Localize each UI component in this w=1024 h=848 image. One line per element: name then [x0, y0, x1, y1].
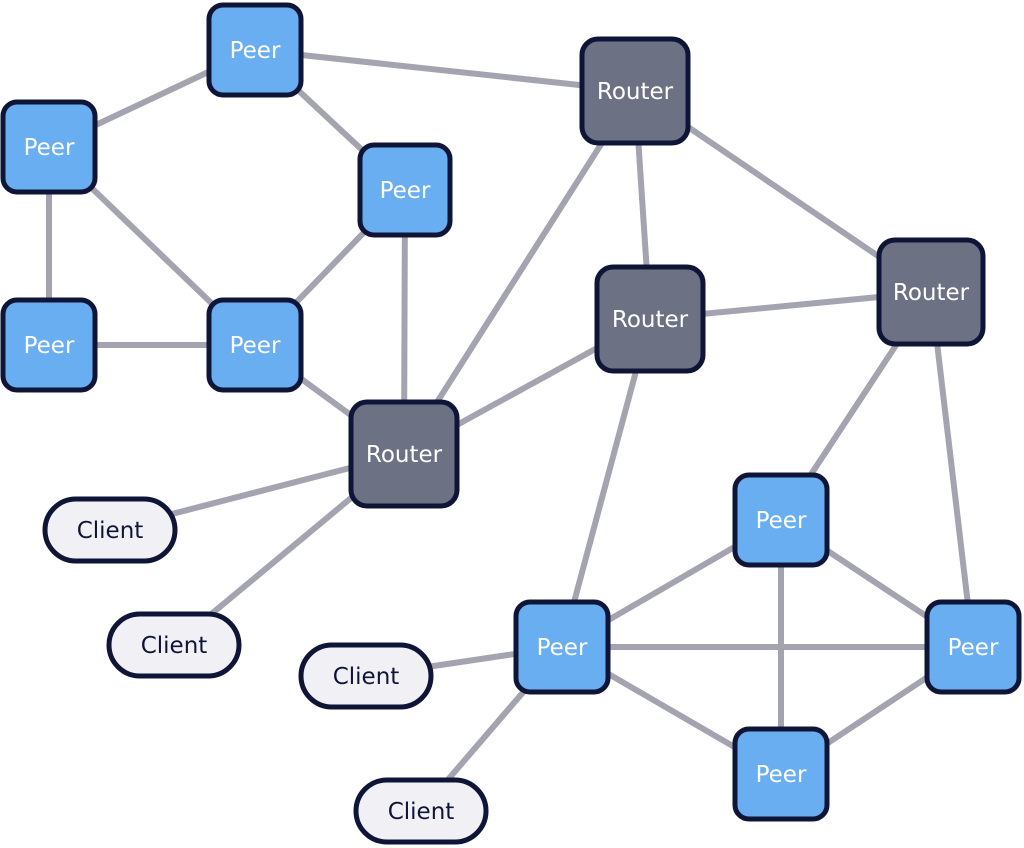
router-node-label: Router	[612, 307, 689, 333]
client-node[interactable]: Client	[106, 611, 242, 679]
peer-node[interactable]: Peer	[0, 297, 98, 393]
peer-node[interactable]: Peer	[732, 472, 830, 568]
edges-layer	[46, 47, 976, 813]
client-node[interactable]: Client	[42, 496, 178, 564]
router-node[interactable]: Router	[594, 264, 706, 374]
peer-node-label: Peer	[380, 178, 431, 204]
peer-node[interactable]: Peer	[206, 2, 304, 98]
peer-node-label: Peer	[230, 333, 281, 359]
peer-node-label: Peer	[24, 135, 75, 161]
peer-node[interactable]: Peer	[206, 297, 304, 393]
peer-node[interactable]: Peer	[0, 99, 98, 195]
peer-node-label: Peer	[948, 635, 999, 661]
router-node[interactable]: Router	[876, 237, 986, 347]
edge-peer-top-to-router-top	[254, 47, 636, 94]
router-node-label: Router	[893, 280, 970, 306]
client-node-label: Client	[141, 633, 208, 659]
peer-node-label: Peer	[756, 508, 807, 534]
peer-node-label: Peer	[230, 38, 281, 64]
peer-node[interactable]: Peer	[924, 599, 1022, 695]
client-node[interactable]: Client	[353, 777, 489, 845]
peer-node-label: Peer	[537, 635, 588, 661]
peer-node[interactable]: Peer	[513, 599, 611, 695]
client-node-label: Client	[333, 664, 400, 690]
peer-node[interactable]: Peer	[732, 726, 830, 822]
router-node-label: Router	[366, 442, 443, 468]
network-diagram: Peer Peer Peer Peer Peer Router Router Router Ro…	[0, 2, 1022, 845]
router-node[interactable]: Router	[348, 399, 460, 509]
router-node[interactable]: Router	[579, 36, 691, 146]
router-node-label: Router	[597, 79, 674, 105]
peer-node[interactable]: Peer	[357, 142, 453, 238]
client-node-label: Client	[388, 799, 455, 825]
client-node[interactable]: Client	[298, 642, 434, 710]
peer-node-label: Peer	[756, 762, 807, 788]
client-node-label: Client	[77, 518, 144, 544]
peer-node-label: Peer	[24, 333, 75, 359]
